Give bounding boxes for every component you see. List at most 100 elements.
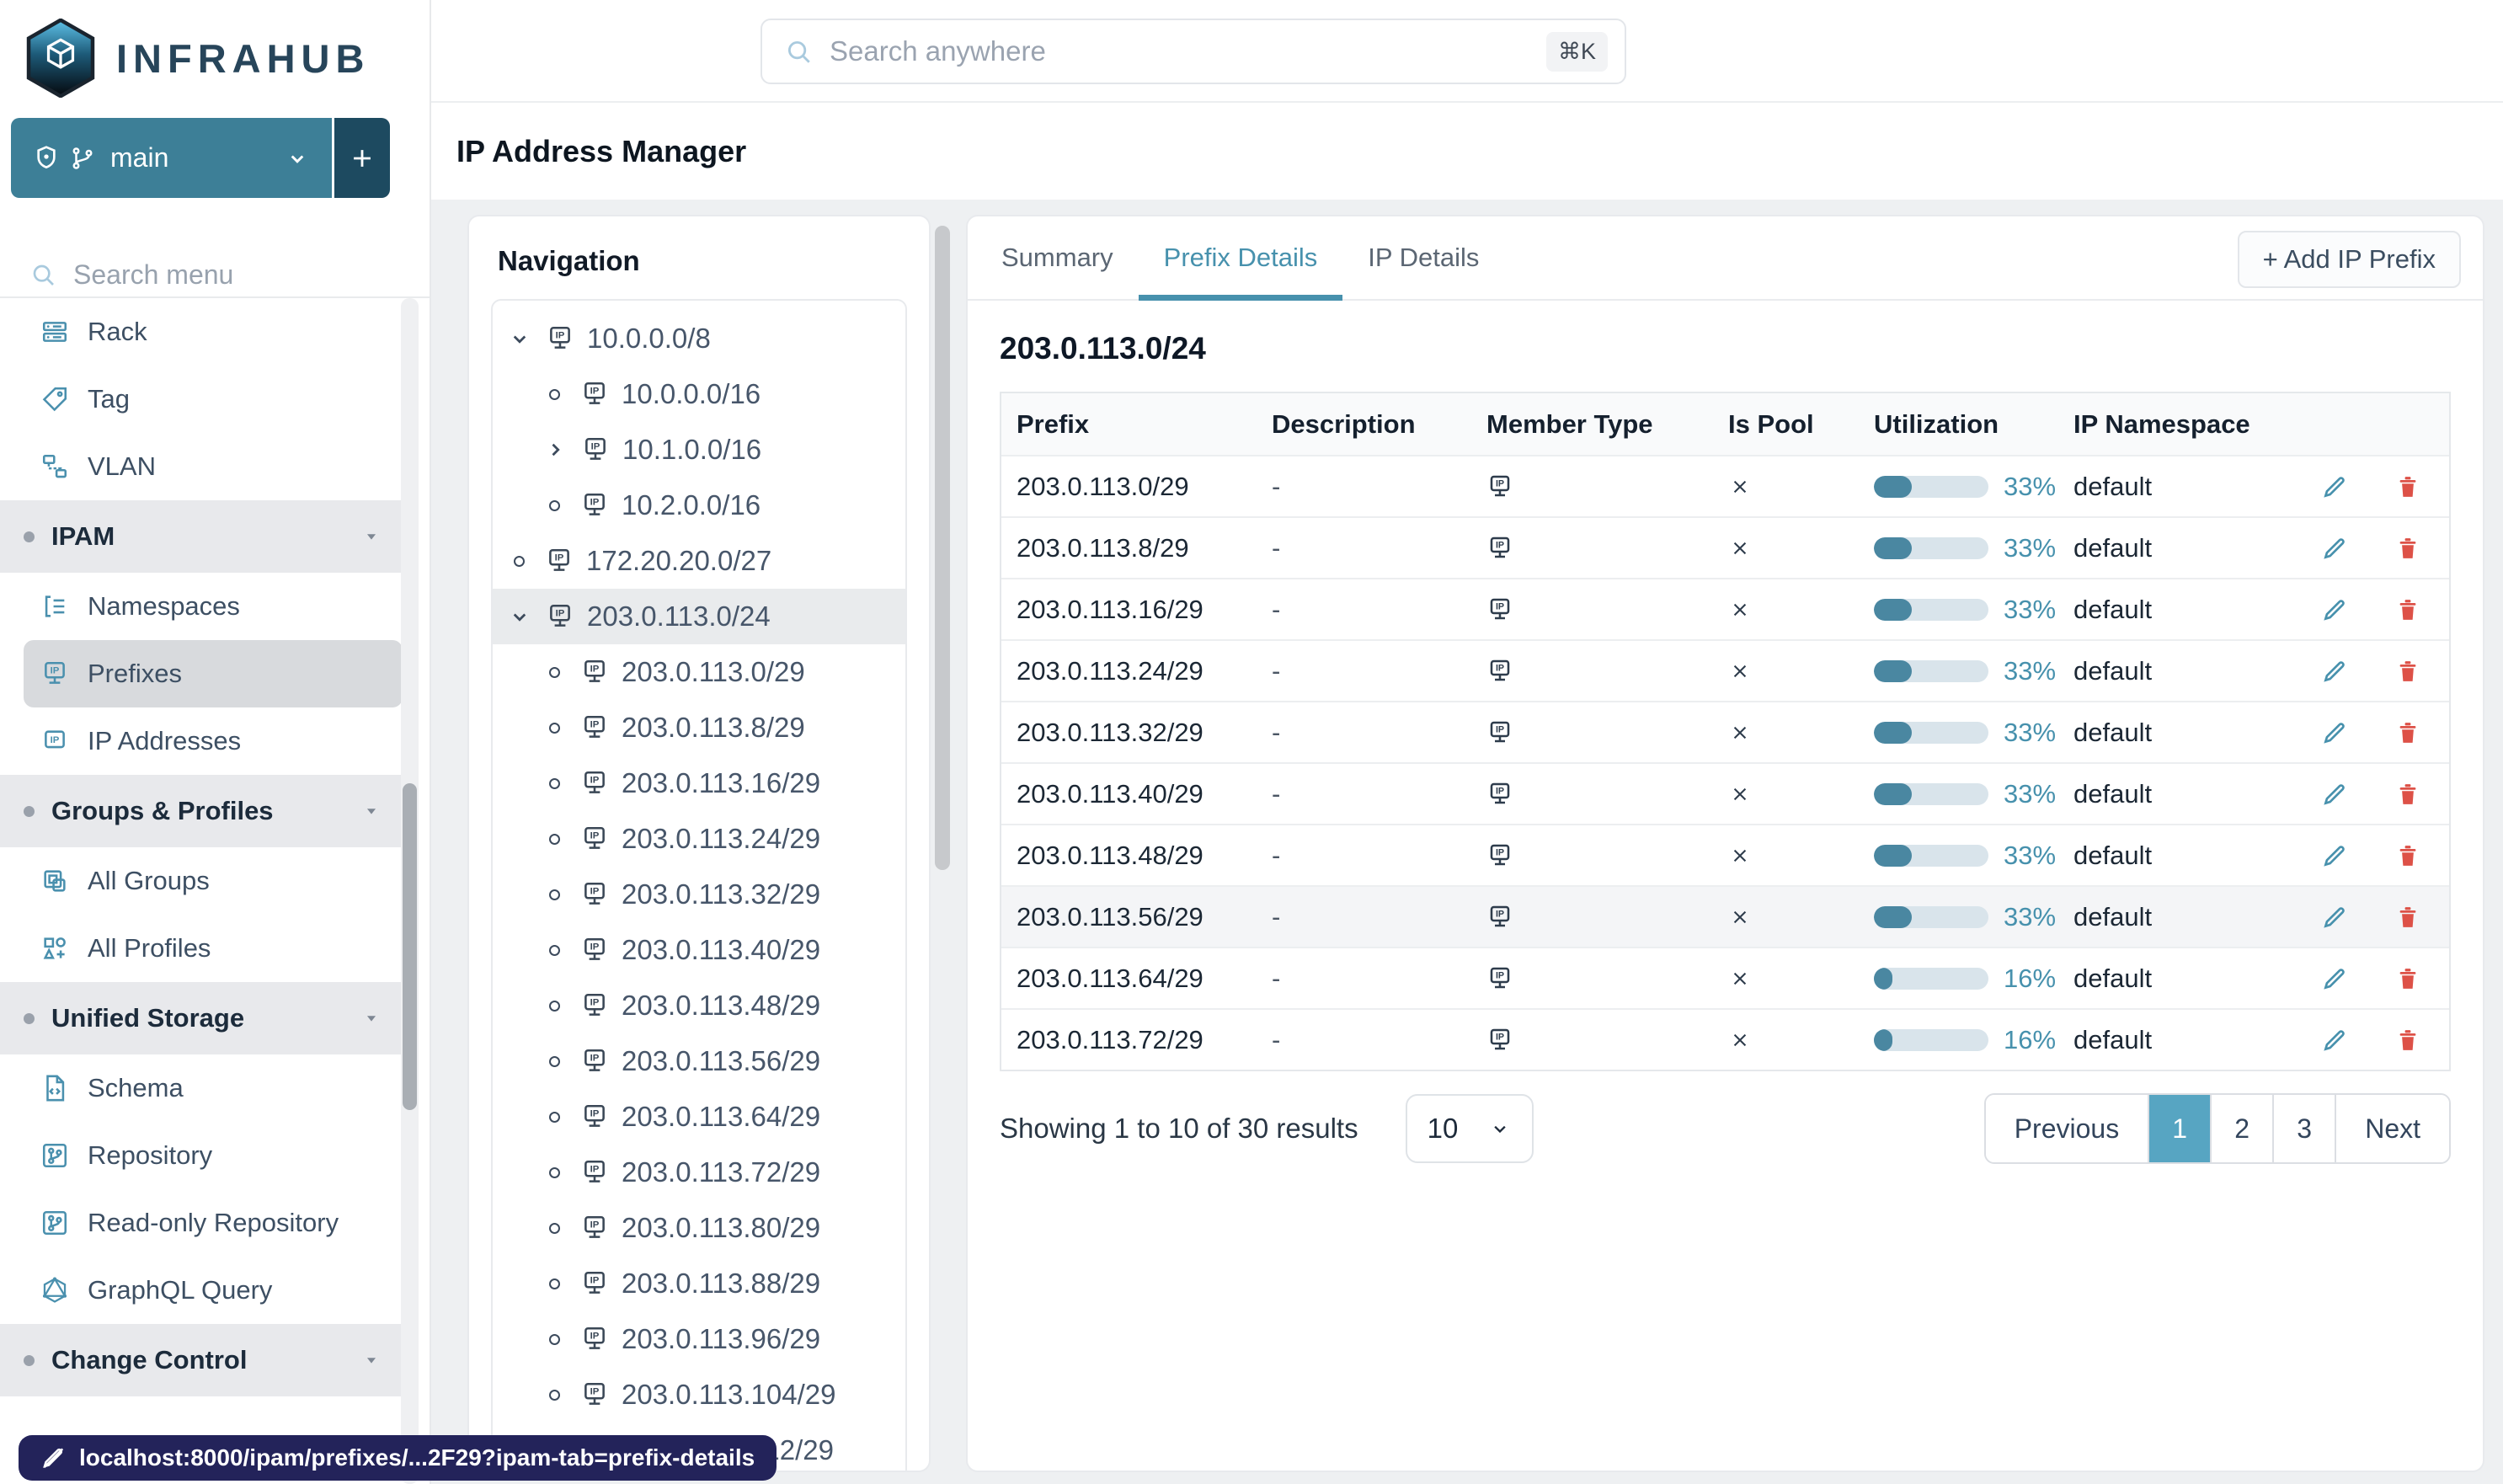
ip-prefix-icon: IP [580,1158,609,1187]
table-row-203-0-113-0-29[interactable]: 203.0.113.0/29 - IP 33% default [1001,455,2449,516]
pagination: Previous 1 2 3 Next [1983,1093,2451,1164]
sidebar-search-input[interactable]: Search menu [0,252,430,297]
edit-prefix-button[interactable] [2321,719,2348,746]
table-row-203-0-113-72-29[interactable]: 203.0.113.72/29 - IP 16% default [1001,1008,2449,1070]
sidebar-section-unified-storage[interactable]: Unified Storage [0,982,403,1054]
next-page-button[interactable]: Next [2335,1095,2449,1162]
sidebar-item-all-groups[interactable]: All Groups [0,847,403,915]
edit-prefix-button[interactable] [2321,535,2348,562]
repository-icon [40,1209,69,1237]
sidebar-item-schema[interactable]: Schema [0,1054,403,1122]
infrahub-logo[interactable]: INFRAHUB [0,0,430,103]
tree-item-203-0-113-0-24[interactable]: IP 203.0.113.0/24 [493,589,905,644]
table-row-203-0-113-24-29[interactable]: 203.0.113.24/29 - IP 33% default [1001,639,2449,701]
delete-prefix-button[interactable] [2395,536,2420,561]
delete-prefix-button[interactable] [2395,843,2420,868]
table-row-203-0-113-64-29[interactable]: 203.0.113.64/29 - IP 16% default [1001,947,2449,1008]
tree-item-10-2-0-0-16[interactable]: IP 10.2.0.0/16 [493,478,905,533]
tree-item-203-0-113-96-29[interactable]: IP 203.0.113.96/29 [493,1311,905,1367]
tree-item-203-0-113-40-29[interactable]: IP 203.0.113.40/29 [493,922,905,978]
sidebar-section-ipam[interactable]: IPAM [0,500,403,573]
tab-prefix-details[interactable]: Prefix Details [1138,216,1343,301]
tree-scrollbar-thumb[interactable] [935,226,950,870]
table-row-203-0-113-48-29[interactable]: 203.0.113.48/29 - IP 33% default [1001,824,2449,885]
page-button-3[interactable]: 3 [2272,1095,2335,1162]
page-size-select[interactable]: 10 [1405,1094,1534,1163]
sidebar-menu: Rack Tag VLAN IPAM Namespaces IP Prefixes IP IP … [0,298,403,1396]
tree-item-203-0-113-24-29[interactable]: IP 203.0.113.24/29 [493,811,905,867]
tree-item-203-0-113-88-29[interactable]: IP 203.0.113.88/29 [493,1256,905,1311]
sidebar-section-change-control[interactable]: Change Control [0,1324,403,1396]
branch-selector[interactable]: main [11,118,390,198]
tab-ip-details[interactable]: IP Details [1342,216,1504,299]
sidebar-scrollbar-thumb[interactable] [403,783,417,1110]
svg-text:IP: IP [1496,540,1504,550]
tree-item-203-0-113-16-29[interactable]: IP 203.0.113.16/29 [493,755,905,811]
sidebar-item-ip-addresses[interactable]: IP IP Addresses [0,707,403,775]
tree-item-203-0-113-8-29[interactable]: IP 203.0.113.8/29 [493,700,905,755]
table-row-203-0-113-40-29[interactable]: 203.0.113.40/29 - IP 33% default [1001,762,2449,824]
delete-prefix-button[interactable] [2395,597,2420,622]
tree-item-203-0-113-56-29[interactable]: IP 203.0.113.56/29 [493,1033,905,1089]
sidebar-item-all-profiles[interactable]: All Profiles [0,915,403,982]
sidebar-item-repository[interactable]: Repository [0,1122,403,1189]
delete-prefix-button[interactable] [2395,782,2420,807]
sidebar-item-graphql-query[interactable]: GraphQL Query [0,1257,403,1324]
delete-prefix-button[interactable] [2395,905,2420,930]
chevron-right-icon[interactable] [542,437,568,462]
edit-prefix-button[interactable] [2321,658,2348,685]
tree-item-10-1-0-0-16[interactable]: IP 10.1.0.0/16 [493,422,905,478]
tree-item-172-20-20-0-27[interactable]: IP 172.20.20.0/27 [493,533,905,589]
table-row-203-0-113-16-29[interactable]: 203.0.113.16/29 - IP 33% default [1001,578,2449,639]
sidebar-item-prefixes[interactable]: IP Prefixes [24,640,403,707]
caret-down-icon [362,1009,381,1028]
section-label: Change Control [51,1345,248,1375]
tree-item-10-0-0-0-8[interactable]: IP 10.0.0.0/8 [493,311,905,366]
ip-prefix-icon: IP [580,936,609,964]
edit-prefix-button[interactable] [2321,781,2348,808]
delete-prefix-button[interactable] [2395,659,2420,684]
edit-prefix-button[interactable] [2321,473,2348,500]
edit-prefix-button[interactable] [2321,965,2348,992]
tree-item-10-0-0-0-16[interactable]: IP 10.0.0.0/16 [493,366,905,422]
page-button-2[interactable]: 2 [2210,1095,2273,1162]
edit-prefix-button[interactable] [2321,842,2348,869]
tab-summary[interactable]: Summary [976,216,1139,299]
previous-page-button[interactable]: Previous [1985,1095,2148,1162]
sidebar-item-tag[interactable]: Tag [0,366,403,433]
svg-text:IP: IP [1496,478,1504,488]
sidebar-item-read-only-repository[interactable]: Read-only Repository [0,1189,403,1257]
table-row-203-0-113-32-29[interactable]: 203.0.113.32/29 - IP 33% default [1001,701,2449,762]
tree-item-203-0-113-48-29[interactable]: IP 203.0.113.48/29 [493,978,905,1033]
delete-prefix-button[interactable] [2395,720,2420,745]
add-ip-prefix-button[interactable]: + Add IP Prefix [2237,231,2461,288]
page-button-1[interactable]: 1 [2148,1095,2211,1162]
tree-item-203-0-113-80-29[interactable]: IP 203.0.113.80/29 [493,1200,905,1256]
description-cell: - [1272,471,1281,501]
tree-item-203-0-113-0-29[interactable]: IP 203.0.113.0/29 [493,644,905,700]
tree-item-203-0-113-104-29[interactable]: IP 203.0.113.104/29 [493,1367,905,1423]
global-search-input[interactable]: Search anywhere ⌘K [761,19,1626,84]
delete-prefix-button[interactable] [2395,1028,2420,1053]
branch-name: main [110,142,169,173]
edit-prefix-button[interactable] [2321,596,2348,623]
delete-prefix-button[interactable] [2395,966,2420,991]
is-pool-cell [1713,721,1859,745]
tree-item-203-0-113-72-29[interactable]: IP 203.0.113.72/29 [493,1145,905,1200]
ip-namespace-cell: default [2073,1024,2153,1054]
sidebar-section-groups-profiles[interactable]: Groups & Profiles [0,775,403,847]
table-row-203-0-113-56-29[interactable]: 203.0.113.56/29 - IP 33% default [1001,885,2449,947]
sidebar-item-vlan[interactable]: VLAN [0,433,403,500]
chevron-down-icon[interactable] [506,604,533,629]
sidebar-item-namespaces[interactable]: Namespaces [0,573,403,640]
edit-prefix-button[interactable] [2321,1027,2348,1054]
leaf-bullet-icon [549,388,560,400]
chevron-down-icon[interactable] [506,326,533,351]
tree-item-203-0-113-64-29[interactable]: IP 203.0.113.64/29 [493,1089,905,1145]
table-row-203-0-113-8-29[interactable]: 203.0.113.8/29 - IP 33% default [1001,516,2449,578]
add-branch-button[interactable] [334,118,390,198]
delete-prefix-button[interactable] [2395,474,2420,499]
edit-prefix-button[interactable] [2321,904,2348,931]
sidebar-item-rack[interactable]: Rack [0,298,403,366]
tree-item-203-0-113-32-29[interactable]: IP 203.0.113.32/29 [493,867,905,922]
